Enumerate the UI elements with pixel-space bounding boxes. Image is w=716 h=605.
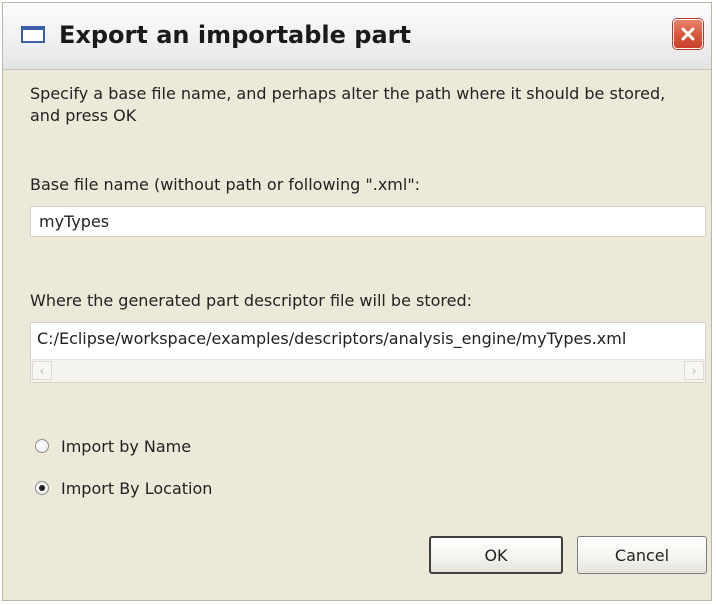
window-icon bbox=[21, 26, 45, 43]
ok-button[interactable]: OK bbox=[429, 536, 563, 574]
export-importable-part-dialog: Export an importable part Specify a base… bbox=[2, 2, 712, 601]
instructions-line-1: Specify a base file name, and perhaps al… bbox=[30, 84, 666, 103]
cancel-button[interactable]: Cancel bbox=[577, 536, 707, 574]
close-icon bbox=[681, 27, 695, 41]
close-button[interactable] bbox=[673, 19, 703, 49]
import-by-location-option[interactable]: Import By Location bbox=[35, 476, 212, 500]
chevron-right-icon: › bbox=[691, 363, 697, 378]
scroll-right-button[interactable]: › bbox=[684, 361, 704, 380]
import-by-name-label: Import by Name bbox=[61, 436, 192, 456]
chevron-left-icon: ‹ bbox=[39, 363, 45, 378]
path-label: Where the generated part descriptor file… bbox=[30, 291, 473, 310]
import-by-name-radio[interactable] bbox=[35, 439, 49, 453]
instructions-line-2: and press OK bbox=[30, 106, 137, 125]
scroll-left-button[interactable]: ‹ bbox=[32, 361, 52, 380]
path-value[interactable]: C:/Eclipse/workspace/examples/descriptor… bbox=[37, 329, 626, 348]
title-bar[interactable]: Export an importable part bbox=[3, 3, 711, 70]
import-by-name-option[interactable]: Import by Name bbox=[35, 434, 191, 458]
import-by-location-label: Import By Location bbox=[61, 478, 213, 498]
dialog-title: Export an importable part bbox=[59, 21, 411, 49]
path-field[interactable]: C:/Eclipse/workspace/examples/descriptor… bbox=[30, 322, 706, 383]
base-file-name-label: Base file name (without path or followin… bbox=[30, 175, 421, 194]
import-by-location-radio[interactable] bbox=[35, 481, 49, 495]
horizontal-scrollbar[interactable]: ‹ › bbox=[31, 359, 705, 382]
base-file-name-input[interactable]: myTypes bbox=[30, 206, 706, 237]
dialog-content: Specify a base file name, and perhaps al… bbox=[3, 70, 711, 600]
